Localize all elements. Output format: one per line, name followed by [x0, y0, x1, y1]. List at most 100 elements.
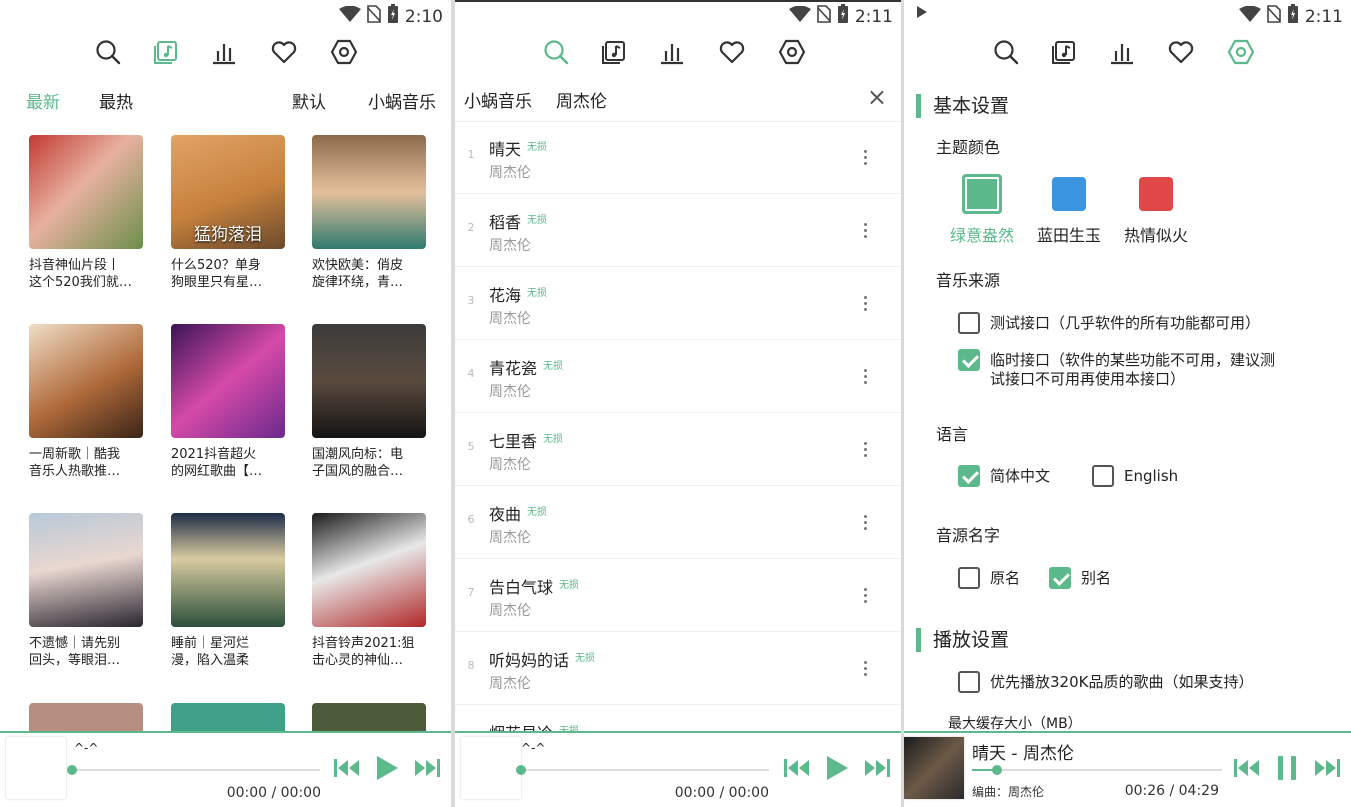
song-title-wrap: 稻香 无损	[489, 209, 547, 233]
tab-library[interactable]	[1044, 32, 1084, 72]
search-query[interactable]: 周杰伦	[556, 87, 607, 112]
playlist-card[interactable]: 欢快欧美：俏皮 旋律环绕，青…	[312, 135, 430, 291]
previous-button[interactable]	[783, 758, 811, 778]
previous-button[interactable]	[1233, 758, 1261, 778]
checkbox-box[interactable]	[1092, 465, 1114, 487]
more-vert-icon[interactable]	[857, 215, 873, 245]
tab-favorites[interactable]	[1161, 32, 1201, 72]
album-cover[interactable]	[904, 737, 964, 799]
play-time: 00:26 / 04:29	[1124, 783, 1219, 799]
seek-bar[interactable]	[67, 765, 320, 775]
song-row[interactable]: 4 青花瓷 无损 周杰伦	[455, 341, 901, 413]
source-temp-checkbox[interactable]: 临时接口（软件的某些功能不可用，建议测 试接口不可用再使用本接口）	[958, 349, 1275, 389]
tab-settings[interactable]	[1221, 32, 1261, 72]
song-title: 告白气球	[489, 578, 554, 597]
song-row[interactable]: 2 稻香 无损 周杰伦	[455, 195, 901, 267]
playlist-title: 狗眼里只有星…	[171, 275, 263, 290]
song-index: 5	[467, 440, 475, 453]
source-selector[interactable]: 小蜗音乐	[368, 88, 436, 113]
more-vert-icon[interactable]	[857, 361, 873, 391]
lang-en-checkbox[interactable]: English	[1092, 465, 1178, 487]
tab-favorites[interactable]	[264, 32, 304, 72]
tab-search[interactable]	[88, 32, 128, 72]
playlist-cover: 猛狗落泪	[171, 135, 285, 249]
seek-knob[interactable]	[67, 765, 77, 775]
playlist-card[interactable]: 抖音神仙片段丨 这个520我们就…	[29, 135, 147, 291]
playlist-title: 抖音铃声2021:狙	[312, 636, 415, 651]
category-hottest[interactable]: 最热	[99, 88, 133, 113]
close-icon[interactable]: ×	[867, 83, 887, 111]
more-vert-icon[interactable]	[857, 507, 873, 537]
tab-charts[interactable]	[652, 32, 692, 72]
more-vert-icon[interactable]	[857, 434, 873, 464]
tab-charts[interactable]	[1102, 32, 1142, 72]
next-button[interactable]	[863, 758, 891, 778]
playlist-card[interactable]: 一周新歌｜酷我 音乐人热歌推…	[29, 324, 147, 480]
next-button[interactable]	[413, 758, 441, 778]
next-button[interactable]	[1313, 758, 1341, 778]
tab-favorites[interactable]	[712, 32, 752, 72]
skip-previous-icon	[784, 759, 809, 777]
song-artist: 周杰伦	[489, 238, 531, 254]
more-vert-icon[interactable]	[857, 288, 873, 318]
search-source[interactable]: 小蜗音乐	[464, 87, 532, 112]
more-vert-icon[interactable]	[857, 142, 873, 172]
playlist-card[interactable]: 国潮风向标：电 子国风的融合…	[312, 324, 430, 480]
name-alias-checkbox[interactable]: 别名	[1049, 567, 1111, 589]
play-button[interactable]	[375, 755, 399, 781]
checkbox-box[interactable]	[1049, 567, 1071, 589]
tab-settings[interactable]	[324, 32, 364, 72]
playlist-title: 国潮风向标：电	[312, 447, 404, 462]
play-button[interactable]	[825, 755, 849, 781]
name-original-checkbox[interactable]: 原名	[958, 567, 1020, 589]
playlist-card[interactable]: 抖音铃声2021:狙 击心灵的神仙…	[312, 513, 430, 669]
checkbox-box[interactable]	[958, 567, 980, 589]
tab-search[interactable]	[986, 32, 1026, 72]
song-row[interactable]: 5 七里香 无损 周杰伦	[455, 414, 901, 486]
seek-bar[interactable]	[516, 765, 769, 775]
seek-knob[interactable]	[992, 765, 1002, 775]
song-title: 听妈妈的话	[489, 651, 570, 670]
theme-blue-option[interactable]: 蓝田生玉	[1029, 177, 1109, 246]
source-test-checkbox[interactable]: 测试接口（几乎软件的所有功能都可用）	[958, 312, 1260, 334]
more-vert-icon[interactable]	[857, 580, 873, 610]
song-row[interactable]: 1 晴天 无损 周杰伦	[455, 122, 901, 194]
album-cover[interactable]	[461, 737, 521, 799]
theme-red-option[interactable]: 热情似火	[1116, 177, 1196, 246]
music-source-label: 音乐来源	[936, 271, 1001, 290]
song-row[interactable]: 8 听妈妈的话 无损 周杰伦	[455, 633, 901, 705]
category-newest[interactable]: 最新	[26, 88, 60, 113]
tab-search[interactable]	[536, 32, 576, 72]
checkbox-box[interactable]	[958, 349, 980, 371]
tab-charts[interactable]	[204, 32, 244, 72]
song-row[interactable]: 6 夜曲 无损 周杰伦	[455, 487, 901, 559]
prefer-320k-checkbox[interactable]: 优先播放320K品质的歌曲（如果支持）	[958, 671, 1253, 693]
clock: 2:11	[1304, 6, 1343, 27]
checkbox-box[interactable]	[958, 671, 980, 693]
previous-button[interactable]	[333, 758, 361, 778]
playlist-card[interactable]: 2021抖音超火 的网红歌曲【…	[171, 324, 289, 480]
pause-button[interactable]	[1275, 755, 1299, 781]
tab-settings[interactable]	[772, 32, 812, 72]
skip-previous-icon	[1234, 759, 1259, 777]
theme-green-option[interactable]: 绿意盎然	[942, 174, 1022, 246]
language-label: 语言	[936, 425, 969, 444]
playlist-card[interactable]: 猛狗落泪 什么520？单身 狗眼里只有星…	[171, 135, 289, 291]
tab-library[interactable]	[594, 32, 634, 72]
now-playing-title: ^-^	[74, 741, 99, 755]
sort-default[interactable]: 默认	[292, 88, 326, 113]
seek-bar[interactable]	[972, 765, 1222, 775]
discover-panel: 2:10 最新 最热 默认 小蜗音乐 抖音神仙片段丨 这个520我们就… 猛狗落泪…	[0, 0, 451, 807]
song-row[interactable]: 7 告白气球 无损 周杰伦	[455, 560, 901, 632]
seek-knob[interactable]	[516, 765, 526, 775]
checkbox-box[interactable]	[958, 465, 980, 487]
music-folder-icon	[1052, 41, 1075, 64]
lang-zh-checkbox[interactable]: 简体中文	[958, 465, 1050, 487]
album-cover[interactable]	[6, 737, 66, 799]
playlist-card[interactable]: 不遗憾｜请先别 回头，等眼泪…	[29, 513, 147, 669]
tab-library[interactable]	[146, 32, 186, 72]
more-vert-icon[interactable]	[857, 653, 873, 683]
checkbox-box[interactable]	[958, 312, 980, 334]
song-row[interactable]: 3 花海 无损 周杰伦	[455, 268, 901, 340]
playlist-card[interactable]: 睡前｜星河烂 漫，陷入温柔	[171, 513, 289, 669]
